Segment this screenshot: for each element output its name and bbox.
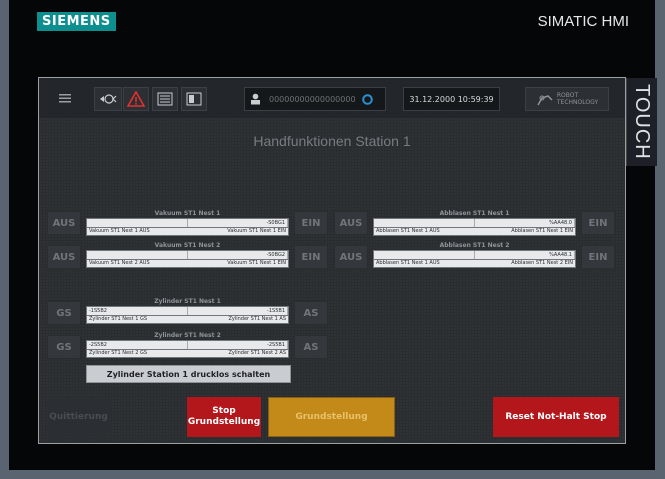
robot-technology-logo: ROBOT TECHNOLOGY: [525, 87, 609, 111]
vakuum1-ein-button[interactable]: EIN: [294, 211, 328, 235]
status-id: 00000000000000000: [269, 94, 356, 104]
touch-label: TOUCH: [626, 78, 657, 166]
zylinder1-panel: Zylinder ST1 Nest 1 -1S5B2 -1S5B1 Zylinde…: [86, 298, 289, 324]
vakuum1-right-label: Vakuum ST1 Nest 1 EIN: [227, 228, 286, 234]
vakuum2-panel: Vakuum ST1 Nest 2 -S0BG2 Vakuum ST1 Nest…: [86, 242, 289, 268]
hamburger-icon[interactable]: [53, 87, 77, 109]
vakuum2-title: Vakuum ST1 Nest 2: [154, 242, 221, 249]
zylinder2-value-right: -2S5B1: [267, 342, 285, 348]
vakuum1-value: -S0BG1: [266, 220, 285, 226]
robot-arm-icon: [537, 95, 553, 106]
user-status-box[interactable]: 00000000000000000: [244, 87, 386, 111]
zylinder2-title: Zylinder ST1 Nest 2: [154, 332, 221, 339]
drucklos-button[interactable]: Zylinder Station 1 drucklos schalten: [86, 365, 291, 383]
logo-line2: TECHNOLOGY: [556, 99, 599, 106]
vakuum2-aus-button[interactable]: AUS: [47, 245, 81, 269]
vakuum2-left-label: Vakuum ST1 Nest 2 AUS: [89, 260, 150, 266]
logo-line1: ROBOT: [556, 92, 579, 99]
zylinder1-value-right: -1S5B1: [267, 308, 285, 314]
status-circle-icon: [361, 93, 373, 105]
vakuum1-left-label: Vakuum ST1 Nest 1 AUS: [89, 228, 150, 234]
abblasen1-right-label: Abblasen ST1 Nest 1 EIN: [511, 228, 573, 234]
reset-not-halt-button[interactable]: Reset Not-Halt Stop: [493, 397, 619, 437]
screen-switch-icon[interactable]: [94, 87, 122, 111]
zylinder2-as-button[interactable]: AS: [294, 335, 328, 359]
stop-grundstellung-button[interactable]: Stop Grundstellung: [187, 397, 261, 437]
abblasen2-left-label: Abblasen ST1 Nest 1 AUS: [376, 260, 440, 266]
zylinder1-left-label: Zylinder ST1 Nest 1 GS: [89, 316, 148, 322]
abblasen1-value: %AA48.0: [549, 220, 572, 226]
abblasen2-title: Abblasen ST1 Nest 2: [439, 242, 510, 249]
zylinder1-title: Zylinder ST1 Nest 1: [154, 298, 221, 305]
zylinder2-panel: Zylinder ST1 Nest 2 -2S5B2 -2S5B1 Zylinde…: [86, 332, 289, 358]
abblasen1-left-label: Abblasen ST1 Nest 1 AUS: [376, 228, 440, 234]
zylinder1-as-button[interactable]: AS: [294, 301, 328, 325]
stop-label-line1: Stop: [212, 406, 236, 416]
abblasen1-title: Abblasen ST1 Nest 1: [439, 210, 510, 217]
quittierung-button[interactable]: Quittierung: [47, 397, 110, 437]
grundstellung-button[interactable]: Grundstellung: [268, 397, 395, 437]
hmi-screen: 00000000000000000 31.12.2000 10:59:39 RO…: [38, 77, 626, 444]
zylinder2-left-label: Zylinder ST1 Nest 2 GS: [89, 350, 148, 356]
vakuum1-aus-button[interactable]: AUS: [47, 211, 81, 235]
abblasen1-aus-button[interactable]: AUS: [334, 211, 368, 235]
abblasen2-panel: Abblasen ST1 Nest 2 %AA48.1 Abblasen ST1…: [373, 242, 576, 268]
zylinder2-value-left: -2S5B2: [89, 342, 107, 348]
door-exit-icon[interactable]: [181, 87, 207, 111]
user-icon: [250, 93, 261, 105]
device-model: SIMATIC HMI: [537, 13, 629, 30]
zylinder2-gs-button[interactable]: GS: [47, 335, 81, 359]
page-title: Handfunktionen Station 1: [253, 133, 411, 149]
vakuum1-title: Vakuum ST1 Nest 1: [154, 210, 221, 217]
zylinder1-value-left: -1S5B2: [89, 308, 107, 314]
top-toolbar: 00000000000000000 31.12.2000 10:59:39 RO…: [39, 78, 625, 118]
list-view-icon[interactable]: [152, 87, 178, 111]
siemens-logo: SIEMENS: [37, 12, 116, 31]
vakuum2-ein-button[interactable]: EIN: [294, 245, 328, 269]
abblasen2-ein-button[interactable]: EIN: [581, 245, 615, 269]
datetime-display: 31.12.2000 10:59:39: [403, 87, 500, 111]
abblasen2-right-label: Abblasen ST1 Nest 2 EIN: [511, 260, 573, 266]
abblasen1-panel: Abblasen ST1 Nest 1 %AA48.0 Abblasen ST1…: [373, 210, 576, 236]
zylinder1-gs-button[interactable]: GS: [47, 301, 81, 325]
vakuum1-panel: Vakuum ST1 Nest 1 -S0BG1 Vakuum ST1 Nest…: [86, 210, 289, 236]
abblasen2-value: %AA48.1: [549, 252, 572, 258]
zylinder2-right-label: Zylinder ST1 Nest 2 AS: [228, 350, 286, 356]
vakuum2-right-label: Vakuum ST1 Nest 1 EIN: [227, 260, 286, 266]
zylinder1-right-label: Zylinder ST1 Nest 1 AS: [228, 316, 286, 322]
stop-label-line2: Grundstellung: [187, 417, 261, 427]
abblasen1-ein-button[interactable]: EIN: [581, 211, 615, 235]
vakuum2-value: -S0BG2: [266, 252, 285, 258]
abblasen2-aus-button[interactable]: AUS: [334, 245, 368, 269]
alarm-warning-icon[interactable]: [123, 87, 149, 111]
